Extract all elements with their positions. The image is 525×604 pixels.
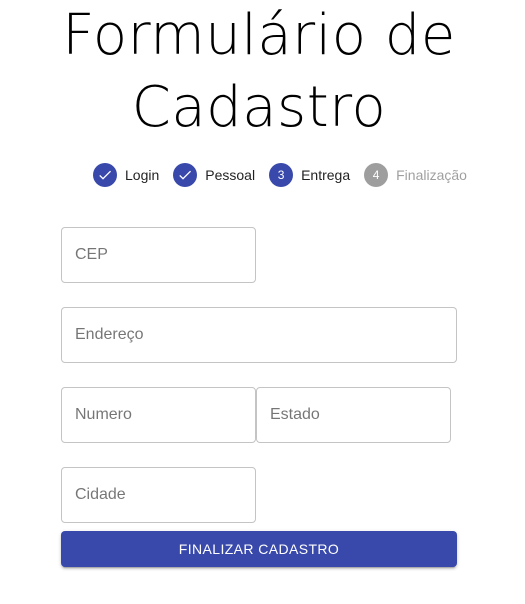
- page-title-line-1: Formulário de: [62, 3, 456, 68]
- step-login-completed-icon: [93, 163, 117, 187]
- numero-field: [61, 387, 256, 443]
- step-login: Login: [93, 163, 159, 187]
- page-title-line-2: Cadastro: [131, 75, 387, 140]
- numero-input[interactable]: [62, 388, 255, 442]
- step-finalizacao-label: Finalização: [396, 167, 467, 183]
- step-entrega-number: 3: [269, 163, 294, 187]
- endereco-input[interactable]: [62, 308, 456, 362]
- cidade-input[interactable]: [62, 468, 255, 522]
- step-finalizacao-number: 4: [364, 163, 389, 187]
- cep-field: [61, 227, 256, 283]
- check-icon: [99, 170, 111, 180]
- check-icon: [179, 170, 192, 180]
- stepper: Login Pessoal 3 Entrega 4 Finalização: [93, 162, 481, 188]
- step-finalizacao: 4 Finalização: [364, 163, 467, 187]
- step-pessoal-completed-icon: [173, 163, 198, 187]
- endereco-field: [61, 307, 457, 363]
- cidade-field: [61, 467, 256, 523]
- step-entrega-label: Entrega: [301, 167, 351, 183]
- step-pessoal: Pessoal: [173, 163, 255, 187]
- estado-field: [256, 387, 451, 443]
- finalizar-cadastro-button[interactable]: FINALIZAR CADASTRO: [61, 531, 457, 567]
- estado-input[interactable]: [257, 388, 450, 442]
- step-entrega: 3 Entrega: [269, 163, 350, 187]
- step-login-label: Login: [125, 167, 160, 183]
- step-pessoal-label: Pessoal: [205, 167, 256, 183]
- page-title: Formulário de Cadastro: [0, 0, 518, 144]
- cep-input[interactable]: [62, 228, 255, 282]
